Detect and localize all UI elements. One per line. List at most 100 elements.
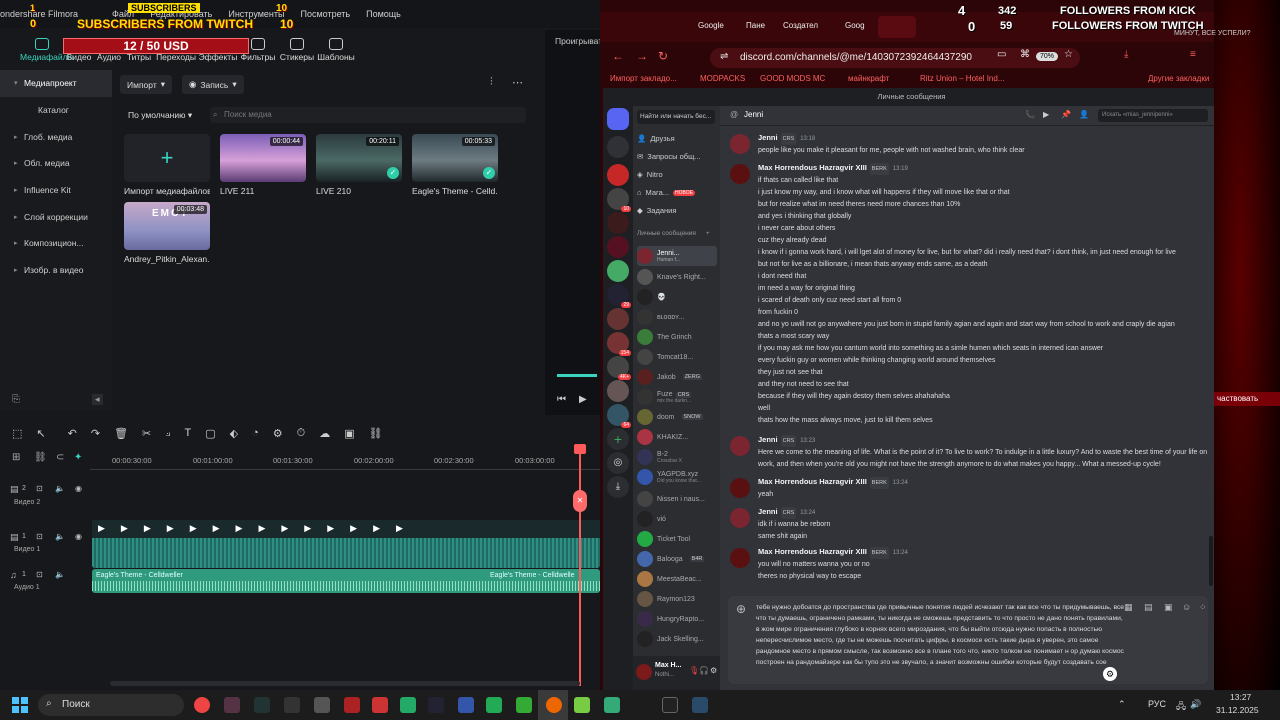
mute-icon[interactable]: 🔈: [55, 570, 65, 579]
audio-clip[interactable]: Eagle's Theme - Celldweller Eagle's Them…: [92, 569, 600, 593]
browser-tab[interactable]: Goog: [845, 21, 865, 30]
sidebar-item-cloud-media[interactable]: ▸ Обл. медиа: [0, 150, 112, 177]
apps-icon[interactable]: ⁘: [1199, 602, 1207, 613]
add-dm-icon[interactable]: +: [706, 230, 710, 237]
avatar[interactable]: [730, 436, 750, 456]
volume-icon[interactable]: 🔊: [1190, 699, 1201, 710]
sidebar-item-image-to-video[interactable]: ▸ Изобр. в видео: [0, 257, 112, 284]
back-icon[interactable]: ←: [612, 49, 624, 63]
find-conversation-button[interactable]: Найти или начать бес...: [637, 110, 715, 124]
cut-icon[interactable]: ✂: [142, 427, 151, 440]
server-icon[interactable]: [607, 212, 629, 234]
message-input[interactable]: тебе нужно добоатся до пространства где …: [756, 602, 1126, 668]
server-icon[interactable]: [607, 260, 629, 282]
collapse-sidebar-icon[interactable]: ◂: [92, 394, 103, 405]
prev-frame-icon[interactable]: ⏮: [557, 394, 566, 405]
sidebar-item-influence-kit[interactable]: ▸ Influence Kit: [0, 177, 112, 204]
explore-icon[interactable]: ◎: [607, 452, 629, 474]
server-icon[interactable]: [607, 164, 629, 186]
browser-tab[interactable]: Создател: [783, 21, 818, 30]
avatar[interactable]: [730, 548, 750, 568]
tab-media[interactable]: Медиафайлы: [20, 34, 74, 70]
delete-icon[interactable]: 🗑: [114, 427, 128, 440]
author-name[interactable]: Jenni: [758, 507, 778, 516]
dm-item[interactable]: Jakob ZERG: [637, 369, 717, 385]
author-name[interactable]: Jenni: [758, 133, 778, 142]
nav-shop[interactable]: ⌂ Мага... НОВОЕ: [637, 188, 717, 197]
nav-nitro[interactable]: ◈ Nitro: [637, 170, 717, 179]
lock-icon[interactable]: ⊡: [36, 532, 43, 541]
stabilize-icon[interactable]: ▣: [344, 427, 354, 440]
link-icon[interactable]: ⛓: [369, 427, 383, 440]
steam-icon[interactable]: [428, 697, 444, 713]
bookmark-item[interactable]: MODPACKS: [700, 74, 745, 83]
bookmark-item[interactable]: майнкрафт: [848, 74, 889, 83]
mask-icon[interactable]: ☁: [319, 427, 330, 440]
app-icon[interactable]: [344, 697, 360, 713]
file-explorer-icon[interactable]: [314, 697, 330, 713]
menu-view[interactable]: Посмотреть: [300, 9, 350, 19]
discord-home-icon[interactable]: [607, 108, 629, 130]
split-icon[interactable]: ⟓: [165, 427, 170, 440]
lock-icon[interactable]: ⊡: [36, 484, 43, 493]
headphones-icon[interactable]: 🎧: [699, 666, 709, 675]
gif-icon[interactable]: ▤: [1144, 602, 1153, 613]
cursor-tool-icon[interactable]: ↖: [36, 427, 45, 440]
clock-time[interactable]: 13:27: [1230, 692, 1251, 702]
dm-item[interactable]: ʙʟᴏᴏᴅʏ...: [637, 309, 717, 325]
dm-item[interactable]: Ticket Tool: [637, 531, 717, 547]
playhead-handle[interactable]: [574, 444, 586, 454]
firefox-icon[interactable]: [546, 697, 562, 713]
media-item[interactable]: 00:05:33 ✓ Eagle's Theme - Celld...: [412, 134, 498, 196]
menu-help[interactable]: Помощь: [366, 9, 401, 19]
text-icon[interactable]: T: [184, 427, 191, 439]
media-item[interactable]: 00:20:11 ✓ LIVE 210: [316, 134, 402, 196]
dm-item[interactable]: Knave's Right...: [637, 269, 717, 285]
dm-item[interactable]: Fuze CRS mix the darkn...: [637, 389, 717, 405]
keyframe-icon[interactable]: ⬖: [230, 427, 238, 440]
chat-scrollbar[interactable]: [1209, 536, 1213, 586]
dm-item[interactable]: HungryRapto...: [637, 611, 717, 627]
author-name[interactable]: Max Horrendous Hazragvir XIII: [758, 477, 867, 486]
sort-dropdown[interactable]: По умолчанию ▾: [128, 110, 192, 121]
app-icon[interactable]: [574, 697, 590, 713]
forward-icon[interactable]: →: [636, 49, 648, 63]
terminal-icon[interactable]: [662, 697, 678, 713]
mic-muted-icon[interactable]: 🎙: [689, 666, 699, 675]
media-item[interactable]: EMOT 00:03:48 Andrey_Pitkin_Alexan...: [124, 202, 210, 264]
dm-item[interactable]: KHAKIZ...: [637, 429, 717, 445]
app-icon[interactable]: [254, 697, 270, 713]
app-icon[interactable]: [224, 697, 240, 713]
color-icon[interactable]: ◔: [252, 427, 259, 439]
import-media-card[interactable]: + Импорт медиафайлов: [124, 134, 210, 196]
download-apps-icon[interactable]: ⤓: [607, 476, 629, 498]
avatar[interactable]: [636, 664, 652, 680]
network-icon[interactable]: 🖧: [1176, 699, 1186, 715]
server-icon[interactable]: [607, 136, 629, 158]
server-icon[interactable]: [607, 380, 629, 402]
dm-item[interactable]: 💀: [637, 289, 717, 305]
server-icon[interactable]: 4K+: [607, 356, 631, 380]
timeline-ruler[interactable]: 00:00:30:00 00:01:00:00 00:01:30:00 00:0…: [90, 452, 600, 468]
add-friend-icon[interactable]: 👤: [1079, 110, 1089, 119]
app-icon[interactable]: [284, 697, 300, 713]
tray-chevron-icon[interactable]: ⌃: [1118, 699, 1126, 710]
sidebar-item-global-media[interactable]: ▸ Глоб. медиа: [0, 123, 112, 150]
add-server-icon[interactable]: +: [607, 428, 629, 450]
sidebar-item-adjustment-layer[interactable]: ▸ Слой коррекции: [0, 203, 112, 230]
mute-icon[interactable]: 🔈: [55, 484, 65, 493]
language-indicator[interactable]: РУС: [1148, 699, 1166, 709]
dm-item[interactable]: doom SNOW: [637, 409, 717, 425]
reload-icon[interactable]: ↻: [658, 49, 668, 63]
bookmark-item[interactable]: Другие закладки: [1148, 74, 1209, 83]
tab-templates[interactable]: Шаблоны: [316, 34, 356, 70]
crop-icon[interactable]: ▢: [205, 427, 215, 440]
snap-icon[interactable]: ✦: [74, 452, 82, 463]
link-track-icon[interactable]: ⛓: [34, 452, 47, 463]
menu-icon[interactable]: ≡: [1190, 49, 1196, 60]
play-icon[interactable]: ▶: [579, 394, 587, 405]
sidebar-item-project-media[interactable]: ▾ Медиапроект: [0, 70, 112, 97]
nav-message-requests[interactable]: ✉ Запросы общ...: [637, 152, 717, 161]
app-icon[interactable]: [400, 697, 416, 713]
redo-icon[interactable]: ↷: [91, 427, 100, 440]
